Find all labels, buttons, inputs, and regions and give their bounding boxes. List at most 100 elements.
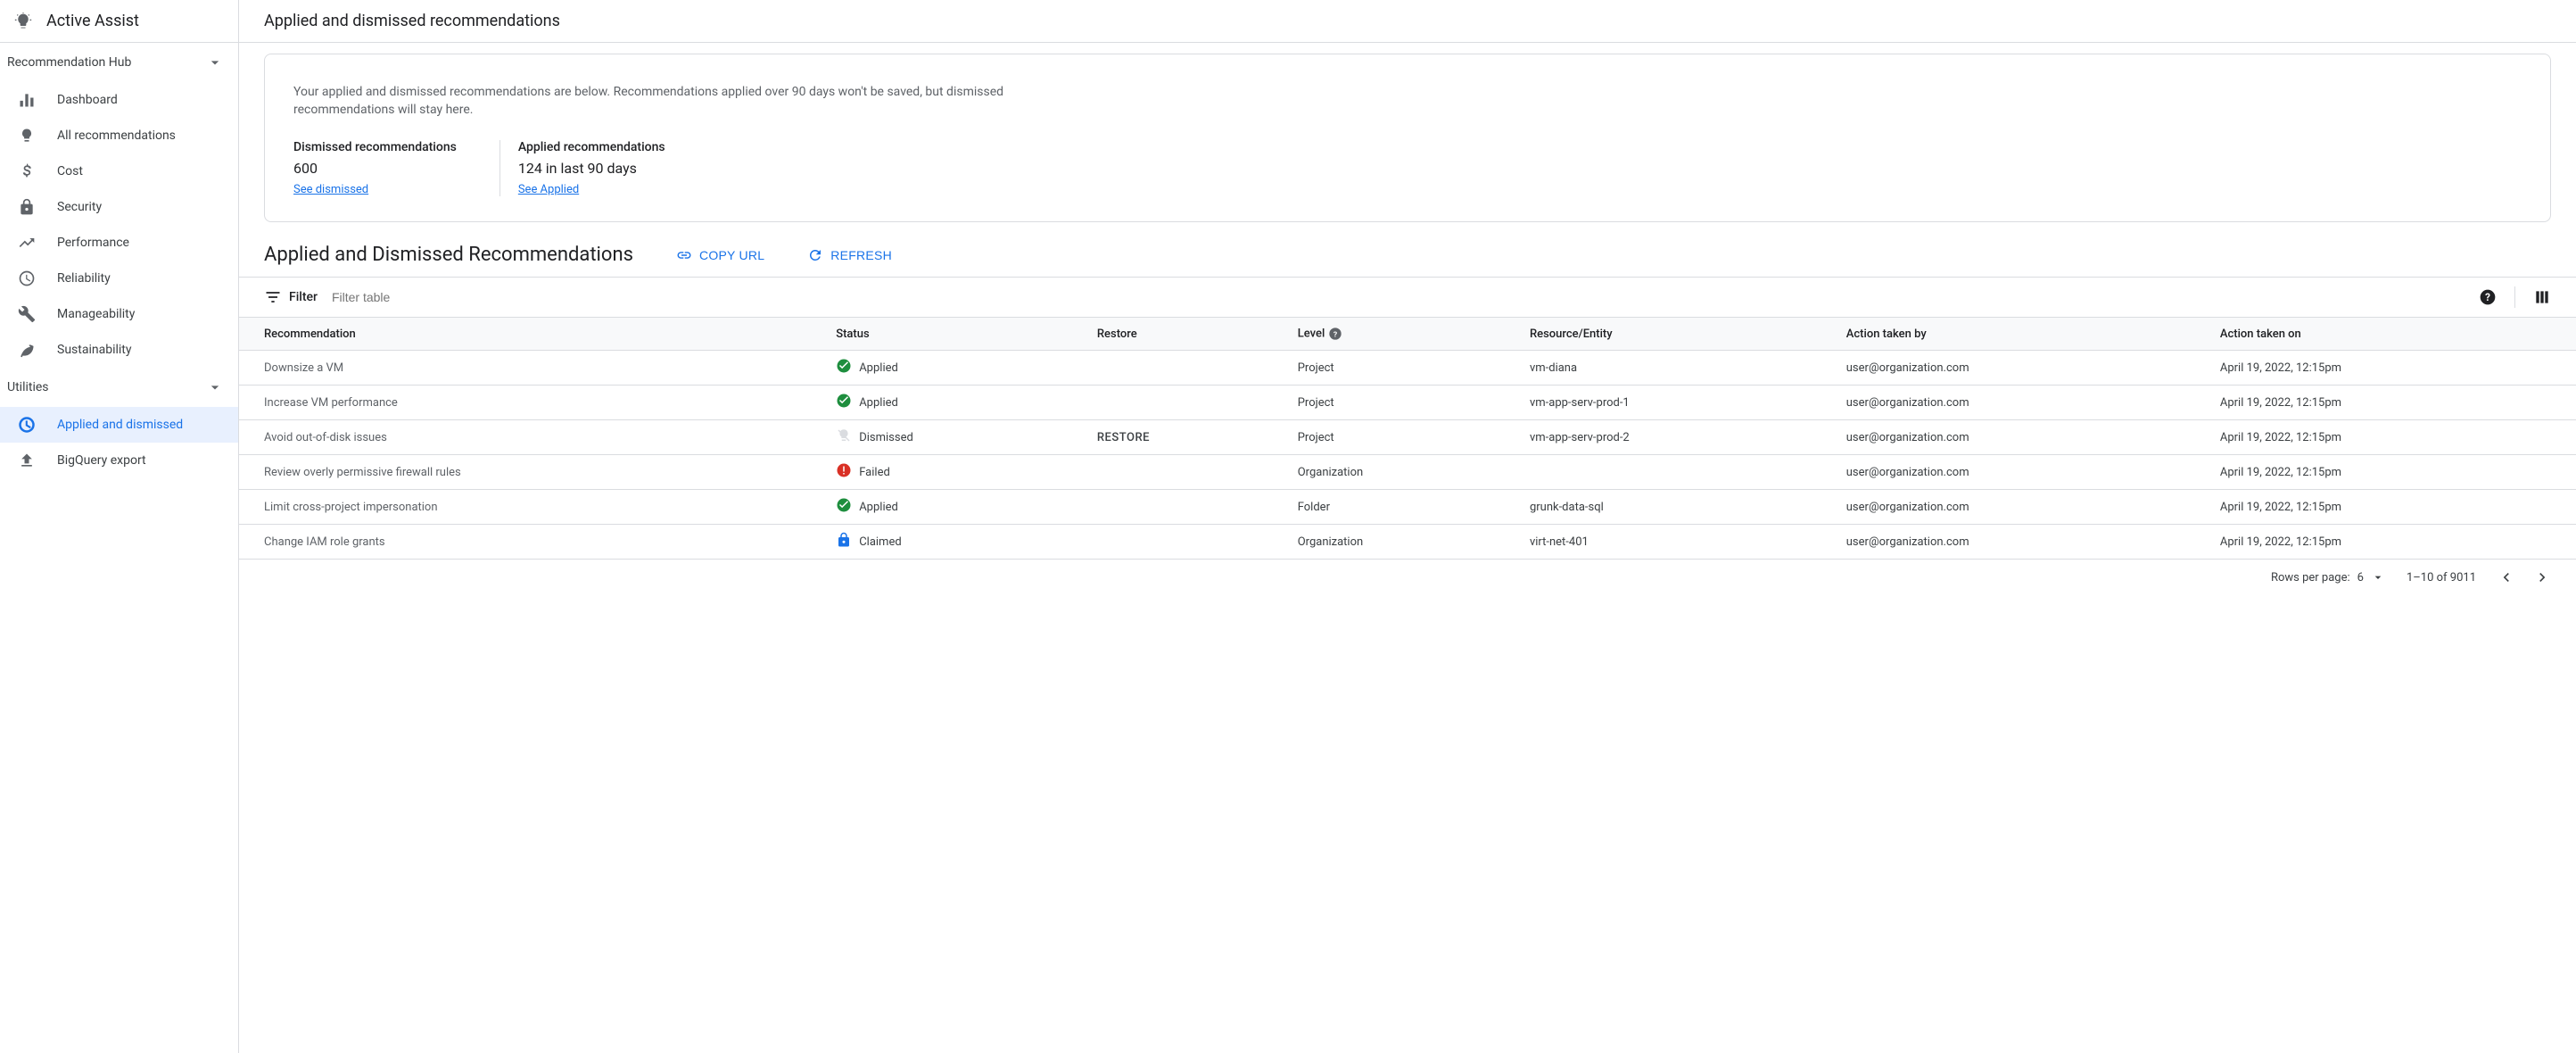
section-header: Applied and Dismissed Recommendations CO… — [239, 222, 2576, 277]
sidebar-item-all-recommendations[interactable]: All recommendations — [0, 118, 238, 153]
next-page-icon[interactable] — [2533, 568, 2551, 586]
sidebar-item-manageability[interactable]: Manageability — [0, 296, 238, 332]
stat-applied: Applied recommendations 124 in last 90 d… — [500, 140, 708, 196]
sidebar-item-label: Sustainability — [57, 343, 131, 357]
sidebar-item-label: Applied and dismissed — [57, 418, 183, 432]
cell-action-by: user@organization.com — [1832, 351, 2206, 386]
stat-label: Dismissed recommendations — [293, 140, 457, 154]
th-resource[interactable]: Resource/Entity — [1515, 318, 1832, 351]
cell-status: Applied — [822, 351, 1083, 386]
cell-status: Dismissed — [822, 420, 1083, 455]
cell-action-by: user@organization.com — [1832, 490, 2206, 525]
trending-up-icon — [18, 234, 36, 252]
th-restore[interactable]: Restore — [1083, 318, 1284, 351]
status-icon-check — [836, 358, 852, 377]
filter-bar: Filter ? — [239, 277, 2576, 318]
sidebar-item-sustainability[interactable]: Sustainability — [0, 332, 238, 368]
rows-select[interactable]: 6 — [2357, 570, 2385, 585]
table-row[interactable]: Limit cross-project impersonationApplied… — [239, 490, 2576, 525]
sidebar-section-utilities-header[interactable]: Utilities — [0, 368, 238, 407]
status-icon-error — [836, 462, 852, 482]
copy-url-button[interactable]: COPY URL — [676, 247, 764, 263]
sidebar-item-dashboard[interactable]: Dashboard — [0, 82, 238, 118]
section-title: Applied and Dismissed Recommendations — [264, 244, 633, 266]
restore-button[interactable]: RESTORE — [1097, 431, 1150, 444]
th-action-by[interactable]: Action taken by — [1832, 318, 2206, 351]
cell-action-by: user@organization.com — [1832, 455, 2206, 490]
th-recommendation[interactable]: Recommendation — [239, 318, 822, 351]
th-level[interactable]: Level? — [1284, 318, 1515, 351]
see-dismissed-link[interactable]: See dismissed — [293, 183, 368, 196]
sidebar-item-reliability[interactable]: Reliability — [0, 261, 238, 296]
sidebar-item-label: Security — [57, 200, 102, 214]
sidebar-item-cost[interactable]: Cost — [0, 153, 238, 189]
recommendations-table: Recommendation Status Restore Level? Res… — [239, 318, 2576, 560]
filter-input[interactable] — [332, 290, 2479, 304]
refresh-button[interactable]: REFRESH — [807, 247, 892, 263]
wrench-icon — [18, 305, 36, 323]
sidebar-section-hub-header[interactable]: Recommendation Hub — [0, 43, 238, 82]
help-icon[interactable]: ? — [1328, 327, 1342, 341]
prev-page-icon[interactable] — [2498, 568, 2515, 586]
sidebar-header: Active Assist — [0, 0, 238, 43]
table-row[interactable]: Increase VM performanceAppliedProjectvm-… — [239, 386, 2576, 420]
chevron-down-icon — [206, 378, 224, 396]
upload-icon — [18, 452, 36, 469]
dashboard-icon — [18, 91, 36, 109]
clock-icon — [18, 269, 36, 287]
copy-url-label: COPY URL — [699, 248, 764, 262]
page-header: Applied and dismissed recommendations — [239, 0, 2576, 43]
help-icon[interactable]: ? — [2479, 288, 2497, 306]
history-icon — [18, 416, 36, 434]
chevron-down-icon — [2371, 570, 2385, 585]
divider — [2514, 286, 2515, 308]
table-row[interactable]: Downsize a VMAppliedProjectvm-dianauser@… — [239, 351, 2576, 386]
status-text: Failed — [859, 466, 890, 479]
lightbulb-small-icon — [18, 127, 36, 145]
cell-resource: vm-app-serv-prod-1 — [1515, 386, 1832, 420]
summary-card: Your applied and dismissed recommendatio… — [264, 54, 2551, 222]
stat-value: 124 in last 90 days — [518, 160, 665, 177]
sidebar-item-performance[interactable]: Performance — [0, 225, 238, 261]
summary-description: Your applied and dismissed recommendatio… — [293, 83, 1025, 119]
cell-level: Organization — [1284, 455, 1515, 490]
stat-dismissed: Dismissed recommendations 600 See dismis… — [293, 140, 500, 196]
cell-resource: virt-net-401 — [1515, 525, 1832, 560]
see-applied-link[interactable]: See Applied — [518, 183, 579, 196]
cell-restore — [1083, 490, 1284, 525]
cell-action-on: April 19, 2022, 12:15pm — [2206, 525, 2576, 560]
rows-value: 6 — [2357, 571, 2364, 585]
cell-level: Folder — [1284, 490, 1515, 525]
sidebar-item-applied-dismissed[interactable]: Applied and dismissed — [0, 407, 238, 443]
page-range: 1–10 of 9011 — [2407, 571, 2476, 585]
cell-resource: vm-diana — [1515, 351, 1832, 386]
rows-per-page: Rows per page: 6 — [2271, 570, 2385, 585]
cell-resource: vm-app-serv-prod-2 — [1515, 420, 1832, 455]
cell-action-on: April 19, 2022, 12:15pm — [2206, 490, 2576, 525]
sidebar-item-label: Performance — [57, 236, 129, 250]
sidebar-item-bigquery-export[interactable]: BigQuery export — [0, 443, 238, 478]
cell-recommendation: Review overly permissive firewall rules — [239, 455, 822, 490]
status-text: Claimed — [859, 535, 901, 549]
cell-restore — [1083, 525, 1284, 560]
cell-action-on: April 19, 2022, 12:15pm — [2206, 386, 2576, 420]
table-row[interactable]: Change IAM role grantsClaimedOrganizatio… — [239, 525, 2576, 560]
table-row[interactable]: Avoid out-of-disk issuesDismissedRESTORE… — [239, 420, 2576, 455]
cell-restore — [1083, 386, 1284, 420]
sidebar-section-label: Recommendation Hub — [7, 55, 131, 70]
sidebar-item-security[interactable]: Security — [0, 189, 238, 225]
status-text: Applied — [859, 396, 898, 410]
cell-level: Project — [1284, 420, 1515, 455]
status-icon-dismissed — [836, 427, 852, 447]
columns-icon[interactable] — [2533, 288, 2551, 306]
main-content: Applied and dismissed recommendations Yo… — [239, 0, 2576, 1053]
sidebar-item-label: BigQuery export — [57, 453, 146, 468]
sidebar-section-label: Utilities — [7, 380, 49, 394]
pagination: Rows per page: 6 1–10 of 9011 — [239, 560, 2576, 595]
cell-action-on: April 19, 2022, 12:15pm — [2206, 351, 2576, 386]
th-action-on[interactable]: Action taken on — [2206, 318, 2576, 351]
cell-resource: grunk-data-sql — [1515, 490, 1832, 525]
table-row[interactable]: Review overly permissive firewall rules F… — [239, 455, 2576, 490]
svg-text:?: ? — [1333, 330, 1337, 339]
th-status[interactable]: Status — [822, 318, 1083, 351]
